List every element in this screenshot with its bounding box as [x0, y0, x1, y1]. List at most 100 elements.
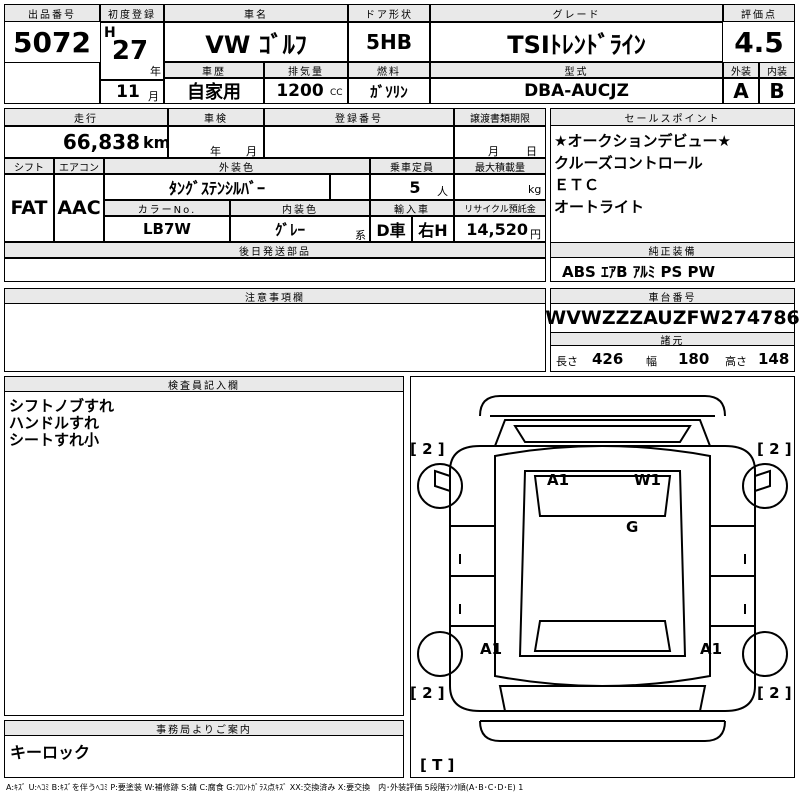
mileage-header: 走行 [4, 108, 168, 126]
interior-border [759, 78, 795, 104]
lot-number-header: 出品番号 [4, 4, 100, 22]
interior-header: 内装 [759, 62, 795, 78]
car-diagram [417, 395, 788, 742]
chassis-header: 車台番号 [550, 288, 795, 304]
capacity-unit: 人 [437, 185, 448, 198]
displacement-header: 排気量 [264, 62, 348, 78]
damage-mark: W1 [634, 471, 661, 489]
inspection-year-unit: 年 [210, 145, 221, 158]
right-mirror [754, 469, 771, 493]
left-mirror [434, 469, 451, 493]
roof [518, 470, 687, 657]
capacity-header: 乗車定員 [370, 158, 454, 174]
history-border [164, 78, 264, 104]
handle-marks [459, 554, 746, 614]
door-border [348, 22, 430, 62]
front-bumper [479, 395, 726, 417]
mileage-unit: km [143, 133, 171, 152]
windshield [513, 425, 692, 443]
year-unit: 年 [150, 65, 161, 78]
door-header: ドア形状 [348, 4, 430, 22]
later-parts-cell [4, 258, 546, 282]
width-value: 180 [678, 350, 710, 368]
color-no-header: カラーNo. [104, 200, 230, 216]
wheel-fl [417, 463, 463, 509]
model-header: 型式 [430, 62, 723, 78]
transfer-month-unit: 月 [488, 145, 499, 158]
tyre-spare: [ T ] [420, 756, 455, 774]
damage-mark: A1 [480, 640, 503, 658]
import-header: 輸入車 [370, 200, 454, 216]
score: 4.5 [734, 25, 784, 59]
score-header: 評価点 [723, 4, 795, 22]
load-header: 最大積載量 [454, 158, 546, 174]
tyre-rr: [ 2 ] [757, 684, 792, 702]
recycle-fee: 14,520 [466, 219, 528, 239]
notes-header: 注意事項欄 [4, 288, 546, 304]
damage-mark: G [626, 518, 639, 536]
color-header: 外装色 [104, 158, 370, 174]
first-reg-month: 11 [116, 82, 140, 102]
inspector-header: 検査員記入欄 [4, 376, 404, 392]
exterior-border [723, 78, 759, 104]
sales-point-item: オートライト [554, 198, 645, 216]
office-message: キーロック [10, 743, 91, 762]
displacement: 1200 [276, 81, 324, 101]
tyre-fr: [ 2 ] [757, 440, 792, 458]
wheel-rl [417, 631, 463, 677]
color-cell-extra [330, 174, 370, 200]
equipment-header: 純正装備 [550, 242, 795, 258]
interior-color: ｸﾞﾚｰ [274, 220, 305, 239]
color-no-border [104, 216, 230, 242]
history-header: 車歴 [164, 62, 264, 78]
lot-number-blank [4, 62, 100, 104]
dims-header: 諸元 [550, 332, 795, 346]
sales-point-item: ★オークションデビュー★ [554, 132, 731, 150]
reg-no-header: 登録番号 [264, 108, 454, 126]
model-border [430, 78, 723, 104]
lot-number: 5072 [13, 25, 91, 59]
rear-glass [533, 620, 672, 652]
ac-border [54, 174, 104, 242]
length-label: 長さ [556, 355, 578, 368]
wheel-rr [742, 631, 788, 677]
mileage: 66,838 [62, 130, 140, 154]
left-doors [450, 525, 495, 627]
import-border [370, 216, 412, 242]
grade-header: グレード [430, 4, 723, 22]
displacement-unit: CC [330, 88, 343, 98]
load-unit: kg [528, 183, 542, 196]
ac-header: エアコン [54, 158, 104, 174]
transfer-header: 譲渡書類期限 [454, 108, 546, 126]
inspection-month-unit: 月 [246, 145, 257, 158]
tyre-fl: [ 2 ] [410, 440, 445, 458]
inspection-header: 車検 [168, 108, 264, 126]
damage-mark: A1 [547, 471, 570, 489]
reg-no [264, 126, 454, 158]
int-color-header: 内装色 [230, 200, 370, 216]
height-label: 高さ [725, 355, 747, 368]
chassis-number: WVWZZZAUZFW274786 [545, 307, 800, 329]
shift-border [4, 174, 54, 242]
width-label: 幅 [646, 355, 657, 368]
sales-point-item: ＥＴＣ [554, 176, 600, 194]
first-reg-year: 27 [111, 36, 149, 66]
sales-point-item: クルーズコントロール [554, 154, 703, 172]
wheel-fr [742, 463, 788, 509]
height-value: 148 [758, 350, 790, 368]
inspector-line: シートすれ小 [9, 431, 100, 449]
car-name-header: 車名 [164, 4, 348, 22]
length-value: 426 [592, 350, 624, 368]
int-color-unit: 系 [355, 229, 366, 242]
exterior-color: ﾀﾝｸﾞｽﾃﾝｼﾙﾊﾞｰ [168, 179, 265, 198]
first-reg-header: 初度登録 [100, 4, 164, 22]
sales-points-header: セールスポイント [550, 108, 795, 126]
tyre-rl: [ 2 ] [410, 684, 445, 702]
recycle-unit: 円 [530, 228, 541, 241]
later-parts-header: 後日発送部品 [4, 242, 546, 258]
equipment: ABS ｴｱB ｱﾙﾐ PS PW [562, 263, 716, 281]
steering-border [412, 216, 454, 242]
recycle-header: リサイクル預託金 [454, 200, 546, 216]
exterior-header: 外装 [723, 62, 759, 78]
trunk [498, 685, 707, 712]
